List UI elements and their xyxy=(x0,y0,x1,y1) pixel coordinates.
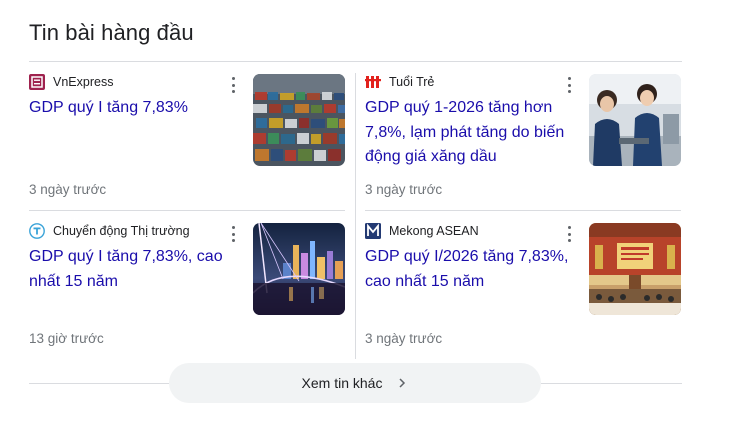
article-time: 3 ngày trước xyxy=(29,182,107,197)
column-divider xyxy=(355,73,356,359)
article-title[interactable]: GDP quý I tăng 7,83%, cao nhất 15 năm xyxy=(29,245,235,294)
news-source: Mekong ASEAN xyxy=(365,223,479,239)
article-time: 3 ngày trước xyxy=(365,331,443,346)
more-news-label: Xem tin khác xyxy=(301,375,383,391)
article-title[interactable]: GDP quý I/2026 tăng 7,83%, cao nhất 15 n… xyxy=(365,245,571,294)
news-card[interactable]: VnExpress GDP quý I tăng 7,83% 3 ngày tr… xyxy=(29,74,345,210)
source-name: Chuyển động Thị trường xyxy=(53,224,190,238)
article-title[interactable]: GDP quý 1-2026 tăng hơn 7,8%, lạm phát t… xyxy=(365,96,571,170)
article-time: 3 ngày trước xyxy=(365,182,443,197)
factory-workers-thumbnail[interactable] xyxy=(589,74,681,166)
section-heading: Tin bài hàng đầu xyxy=(29,20,194,45)
news-card[interactable]: Chuyển động Thị trường GDP quý I tăng 7,… xyxy=(29,223,345,359)
news-source: VnExpress xyxy=(29,74,113,90)
divider xyxy=(29,383,169,384)
news-source: Chuyển động Thị trường xyxy=(29,223,190,239)
news-card[interactable]: Mekong ASEAN GDP quý I/2026 tăng 7,83%, … xyxy=(365,223,681,359)
divider xyxy=(365,210,681,211)
source-name: Mekong ASEAN xyxy=(389,224,479,238)
source-name: VnExpress xyxy=(53,75,114,89)
more-options-icon[interactable] xyxy=(564,77,574,93)
city-night-bridge-thumbnail[interactable] xyxy=(253,223,345,315)
article-time: 13 giờ trước xyxy=(29,331,104,346)
news-card[interactable]: Tuổi Trẻ GDP quý 1-2026 tăng hơn 7,8%, l… xyxy=(365,74,681,210)
chuyendong-logo-icon xyxy=(29,223,45,239)
article-title[interactable]: GDP quý I tăng 7,83% xyxy=(29,96,235,121)
more-options-icon[interactable] xyxy=(228,226,238,242)
more-options-icon[interactable] xyxy=(228,77,238,93)
more-news-button[interactable]: Xem tin khác xyxy=(169,363,541,403)
chevron-right-icon xyxy=(399,378,406,388)
vnexpress-logo-icon xyxy=(29,74,45,90)
mekong-asean-logo-icon xyxy=(365,223,381,239)
divider xyxy=(29,61,682,62)
conference-hall-thumbnail[interactable] xyxy=(589,223,681,315)
source-name: Tuổi Trẻ xyxy=(389,75,435,89)
news-source: Tuổi Trẻ xyxy=(365,74,434,90)
tuoitre-logo-icon xyxy=(365,74,381,90)
divider xyxy=(29,210,345,211)
container-port-thumbnail[interactable] xyxy=(253,74,345,166)
divider xyxy=(541,383,682,384)
more-options-icon[interactable] xyxy=(564,226,574,242)
